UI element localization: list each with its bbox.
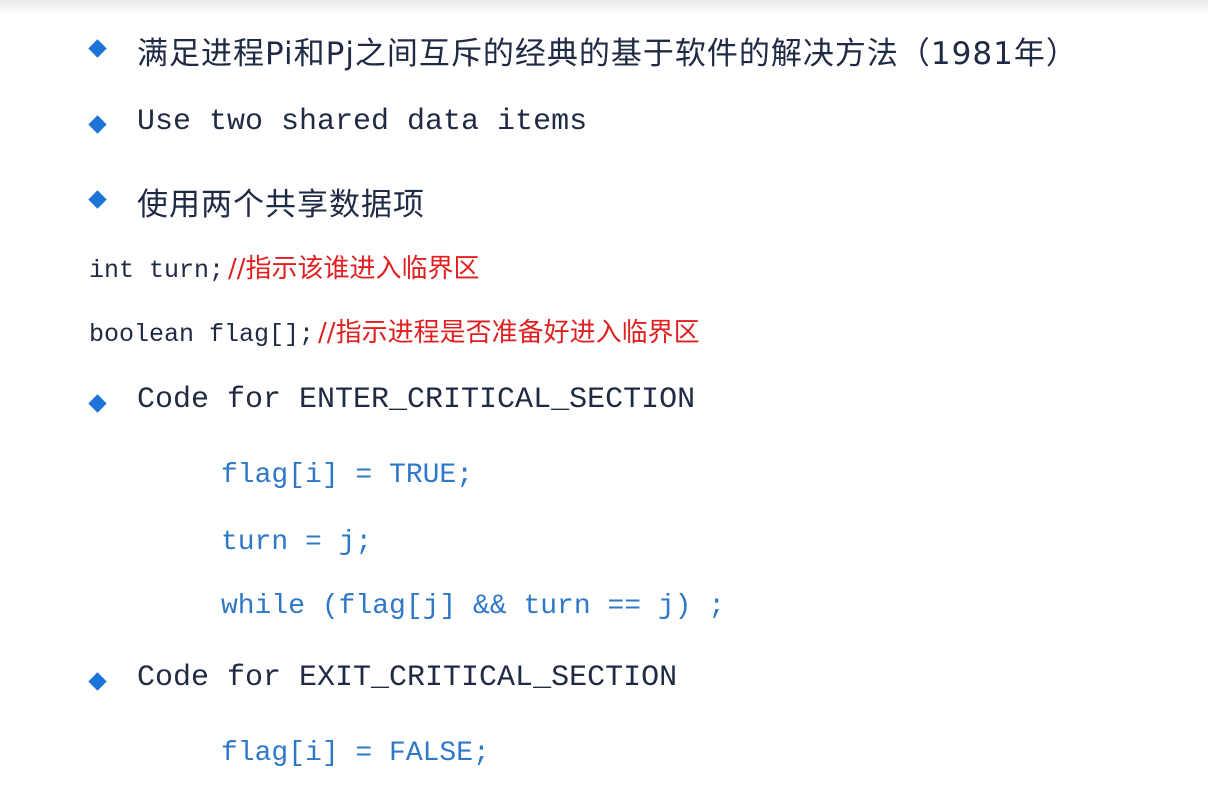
- diamond-bullet-icon: [88, 39, 107, 58]
- enter-code-line-2: turn = j;: [221, 527, 373, 558]
- diamond-bullet-icon: [88, 394, 107, 413]
- declaration-turn: int turn; //指示该谁进入临界区: [89, 248, 480, 285]
- declaration-flag-comment: //指示进程是否准备好进入临界区: [318, 318, 700, 348]
- declaration-turn-code: int turn;: [89, 256, 225, 285]
- declaration-flag-code: boolean flag[];: [89, 320, 315, 349]
- bullet-text-shared-data-items-cn: 使用两个共享数据项: [137, 187, 425, 223]
- bullet-text-shared-data-items: Use two shared data items: [137, 105, 588, 139]
- bullet-text-classic-solution: 满足进程Pi和Pj之间互斥的经典的基于软件的解决方法（1981年）: [137, 36, 1078, 72]
- enter-code-line-1: flag[i] = TRUE;: [221, 460, 474, 491]
- top-shadow-bar: [0, 0, 1208, 14]
- declaration-turn-comment: //指示该谁进入临界区: [228, 254, 480, 284]
- diamond-bullet-icon: [88, 115, 107, 134]
- exit-code-line-1: flag[i] = FALSE;: [221, 738, 490, 769]
- bullet-text-enter-critical-section: Code for ENTER_CRITICAL_SECTION: [137, 383, 696, 417]
- diamond-bullet-icon: [88, 672, 107, 691]
- slide: 满足进程Pi和Pj之间互斥的经典的基于软件的解决方法（1981年） Use tw…: [0, 0, 1208, 796]
- bullet-text-exit-critical-section: Code for EXIT_CRITICAL_SECTION: [137, 661, 678, 695]
- declaration-flag: boolean flag[]; //指示进程是否准备好进入临界区: [89, 312, 700, 349]
- diamond-bullet-icon: [88, 190, 107, 209]
- enter-code-line-3: while (flag[j] && turn == j) ;: [221, 591, 726, 622]
